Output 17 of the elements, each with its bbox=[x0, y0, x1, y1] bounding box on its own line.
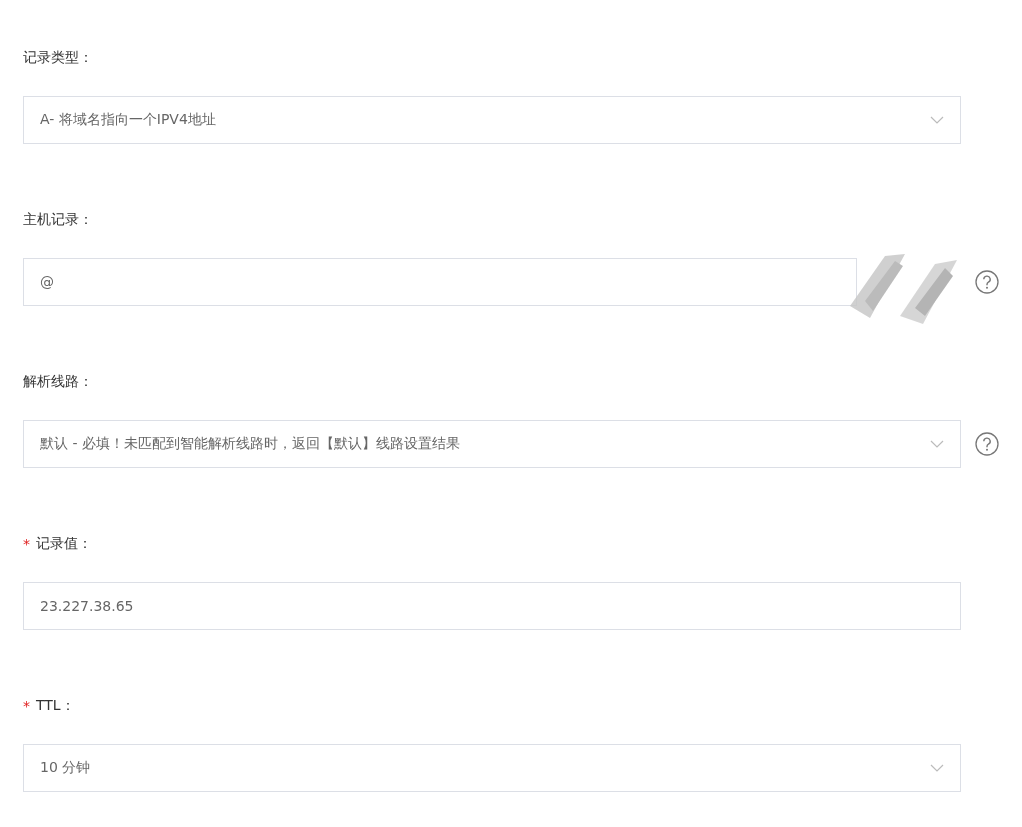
select-field[interactable]: 默认 - 必填！未匹配到智能解析线路时，返回【默认】线路设置结果 bbox=[23, 420, 961, 468]
input-field[interactable]: @ bbox=[23, 258, 857, 306]
select-field[interactable]: A- 将域名指向一个IPV4地址 bbox=[23, 96, 961, 144]
chevron-down-icon bbox=[930, 115, 944, 125]
field-label: 记录类型： bbox=[23, 49, 93, 67]
input-field[interactable]: 23.227.38.65 bbox=[23, 582, 961, 630]
help-icon[interactable] bbox=[975, 270, 999, 294]
required-mark: * bbox=[23, 698, 30, 714]
select-field[interactable]: 10 分钟 bbox=[23, 744, 961, 792]
field-label: 记录值： bbox=[36, 535, 92, 553]
chevron-down-icon bbox=[930, 439, 944, 449]
field-label: TTL： bbox=[36, 697, 75, 715]
chevron-down-icon bbox=[930, 763, 944, 773]
help-icon[interactable] bbox=[975, 432, 999, 456]
required-mark: * bbox=[23, 536, 30, 552]
field-label: 主机记录： bbox=[23, 211, 93, 229]
field-label: 解析线路： bbox=[23, 373, 93, 391]
